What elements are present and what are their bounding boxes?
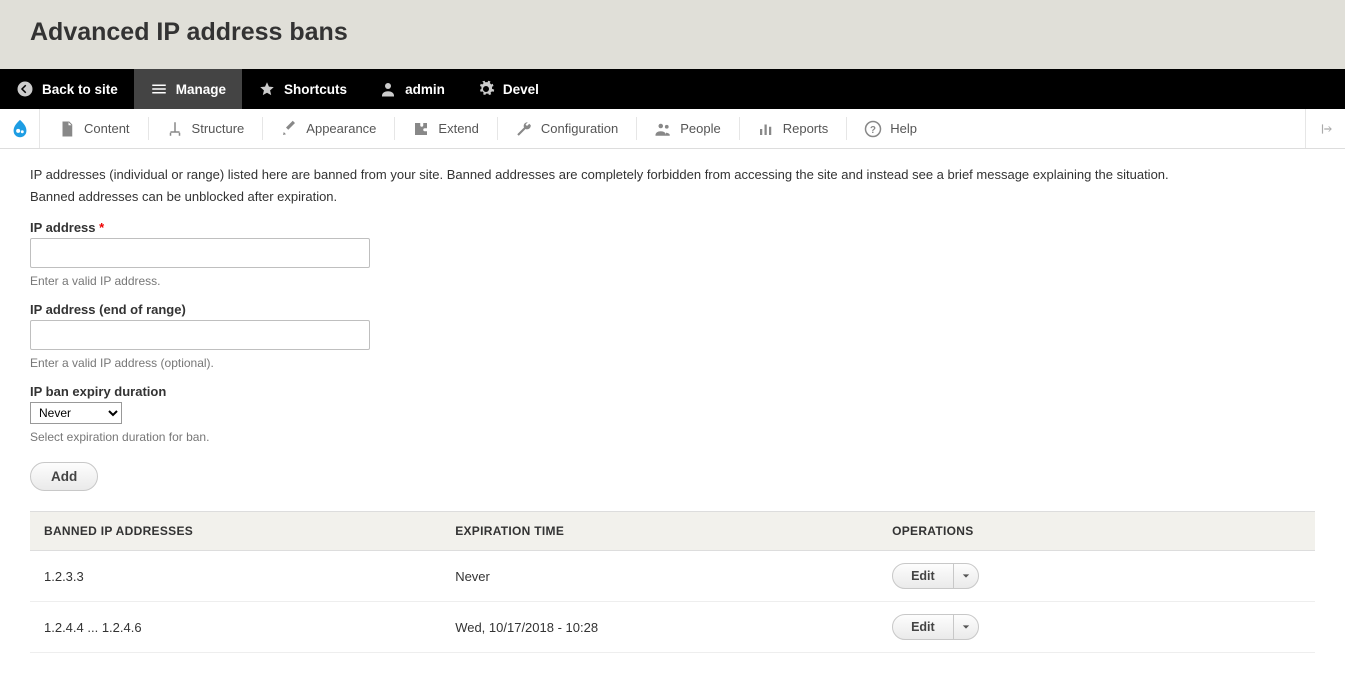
admin-menu-label: Reports	[783, 121, 829, 136]
document-icon	[58, 120, 76, 138]
svg-text:?: ?	[870, 124, 876, 135]
col-header-exp: EXPIRATION TIME	[441, 512, 878, 551]
col-header-ip: BANNED IP ADDRESSES	[30, 512, 441, 551]
hierarchy-icon	[166, 120, 184, 138]
help-icon: ?	[864, 120, 882, 138]
page-title: Advanced IP address bans	[30, 18, 348, 47]
table-row: 1.2.3.3Never Edit	[30, 551, 1315, 602]
toolbar-item-label: admin	[405, 82, 445, 97]
admin-menu-structure[interactable]: Structure	[148, 109, 263, 148]
wrench-icon	[515, 120, 533, 138]
ip-end-input[interactable]	[30, 320, 370, 350]
toolbar-item-label: Shortcuts	[284, 82, 347, 97]
admin-menu-configuration[interactable]: Configuration	[497, 109, 636, 148]
main-content: IP addresses (individual or range) liste…	[0, 149, 1345, 683]
edit-dropbutton: Edit	[892, 563, 979, 589]
paintbrush-icon	[280, 120, 298, 138]
cell-ip: 1.2.3.3	[30, 551, 441, 602]
dropbutton-toggle[interactable]	[954, 615, 978, 639]
required-marker: *	[99, 220, 104, 235]
gear-icon	[477, 80, 495, 98]
bar-chart-icon	[757, 120, 775, 138]
toolbar-devel[interactable]: Devel	[461, 69, 555, 109]
admin-menu-label: Help	[890, 121, 917, 136]
primary-toolbar: Back to site Manage Shortcuts admin Deve…	[0, 69, 1345, 109]
intro-line1: IP addresses (individual or range) liste…	[30, 165, 1315, 185]
admin-menu-reports[interactable]: Reports	[739, 109, 847, 148]
admin-menu-content[interactable]: Content	[40, 109, 148, 148]
admin-menu: Content Structure Appearance Extend Conf…	[0, 109, 1345, 149]
cell-ops: Edit	[878, 602, 1315, 653]
toolbar-back-to-site[interactable]: Back to site	[0, 69, 134, 109]
cell-ip: 1.2.4.4 ... 1.2.4.6	[30, 602, 441, 653]
ip-address-label: IP address *	[30, 220, 1315, 235]
drupal-logo-icon[interactable]	[0, 109, 40, 148]
ip-end-description: Enter a valid IP address (optional).	[30, 356, 1315, 370]
expiry-select[interactable]: Never	[30, 402, 122, 424]
intro-line2: Banned addresses can be unblocked after …	[30, 187, 1315, 207]
add-button[interactable]: Add	[30, 462, 98, 491]
edit-button[interactable]: Edit	[893, 615, 954, 639]
admin-menu-help[interactable]: ? Help	[846, 109, 935, 148]
admin-menu-label: People	[680, 121, 720, 136]
hamburger-icon	[150, 80, 168, 98]
cell-ops: Edit	[878, 551, 1315, 602]
toolbar-manage[interactable]: Manage	[134, 69, 242, 109]
edit-dropbutton: Edit	[892, 614, 979, 640]
ip-address-input[interactable]	[30, 238, 370, 268]
toolbar-item-label: Manage	[176, 82, 226, 97]
page-header: Advanced IP address bans	[0, 0, 1345, 69]
back-arrow-icon	[16, 80, 34, 98]
form-item-expiry: IP ban expiry duration Never Select expi…	[30, 384, 1315, 444]
ip-address-description: Enter a valid IP address.	[30, 274, 1315, 288]
toolbar-item-label: Devel	[503, 82, 539, 97]
admin-menu-extend[interactable]: Extend	[394, 109, 496, 148]
edit-button[interactable]: Edit	[893, 564, 954, 588]
expiry-label: IP ban expiry duration	[30, 384, 1315, 399]
admin-menu-people[interactable]: People	[636, 109, 738, 148]
toolbar-item-label: Back to site	[42, 82, 118, 97]
admin-menu-label: Appearance	[306, 121, 376, 136]
toolbar-orientation-toggle[interactable]	[1305, 109, 1345, 148]
admin-menu-appearance[interactable]: Appearance	[262, 109, 394, 148]
people-icon	[654, 120, 672, 138]
admin-menu-label: Content	[84, 121, 130, 136]
ip-end-label: IP address (end of range)	[30, 302, 1315, 317]
toolbar-user[interactable]: admin	[363, 69, 461, 109]
toolbar-shortcuts[interactable]: Shortcuts	[242, 69, 363, 109]
form-item-ip-end: IP address (end of range) Enter a valid …	[30, 302, 1315, 370]
admin-menu-label: Structure	[192, 121, 245, 136]
user-icon	[379, 80, 397, 98]
admin-menu-label: Extend	[438, 121, 478, 136]
puzzle-icon	[412, 120, 430, 138]
banned-ip-table: BANNED IP ADDRESSES EXPIRATION TIME OPER…	[30, 511, 1315, 653]
label-text: IP address	[30, 220, 96, 235]
form-item-ip: IP address * Enter a valid IP address.	[30, 220, 1315, 288]
admin-menu-label: Configuration	[541, 121, 618, 136]
dropbutton-toggle[interactable]	[954, 564, 978, 588]
col-header-ops: OPERATIONS	[878, 512, 1315, 551]
star-icon	[258, 80, 276, 98]
table-row: 1.2.4.4 ... 1.2.4.6Wed, 10/17/2018 - 10:…	[30, 602, 1315, 653]
expiry-description: Select expiration duration for ban.	[30, 430, 1315, 444]
cell-exp: Wed, 10/17/2018 - 10:28	[441, 602, 878, 653]
cell-exp: Never	[441, 551, 878, 602]
